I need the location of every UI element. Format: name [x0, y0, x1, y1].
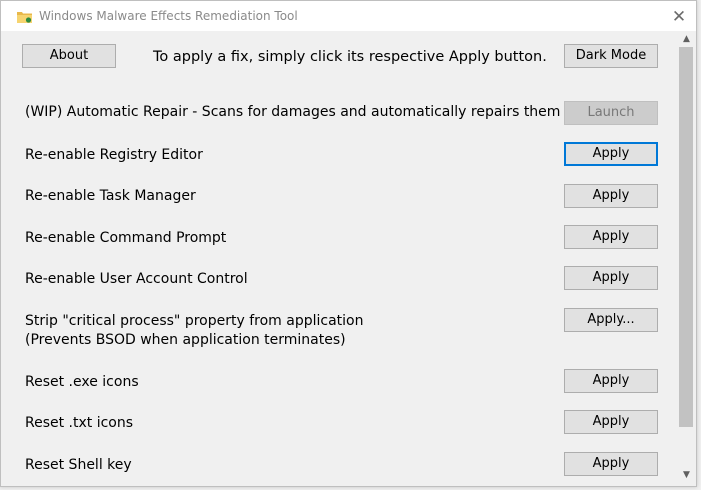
apply-user-account-control-button[interactable]: Apply — [564, 266, 658, 290]
app-window: Windows Malware Effects Remediation Tool… — [0, 0, 697, 487]
critical-process-label: Strip "critical process" property from a… — [25, 313, 364, 329]
main-panel: About To apply a fix, simply click its r… — [1, 31, 677, 486]
shell-key-label: Reset Shell key — [25, 457, 132, 473]
about-button[interactable]: About — [22, 44, 116, 68]
apply-shell-key-button[interactable]: Apply — [564, 452, 658, 476]
apply-critical-process-button[interactable]: Apply... — [564, 308, 658, 332]
command-prompt-label: Re-enable Command Prompt — [25, 230, 227, 246]
window-title: Windows Malware Effects Remediation Tool — [39, 9, 298, 23]
txt-icons-label: Reset .txt icons — [25, 415, 134, 431]
exe-icons-label: Reset .exe icons — [25, 374, 139, 390]
critical-process-sublabel: (Prevents BSOD when application terminat… — [25, 332, 346, 348]
vertical-scrollbar[interactable]: ▲ ▼ — [677, 31, 696, 486]
scroll-down-button[interactable]: ▼ — [677, 468, 696, 483]
apply-txt-icons-button[interactable]: Apply — [564, 410, 658, 434]
apply-task-manager-button[interactable]: Apply — [564, 184, 658, 208]
apply-command-prompt-button[interactable]: Apply — [564, 225, 658, 249]
user-account-control-label: Re-enable User Account Control — [25, 271, 248, 287]
task-manager-label: Re-enable Task Manager — [25, 188, 196, 204]
close-icon: ✕ — [671, 7, 687, 27]
chevron-up-icon: ▲ — [683, 34, 690, 44]
instruction-text: To apply a fix, simply click its respect… — [153, 49, 547, 65]
apply-exe-icons-button[interactable]: Apply — [564, 369, 658, 393]
registry-editor-label: Re-enable Registry Editor — [25, 147, 203, 163]
dark-mode-button[interactable]: Dark Mode — [564, 44, 658, 68]
folder-icon — [17, 12, 32, 23]
launch-button[interactable]: Launch — [564, 101, 658, 125]
chevron-down-icon: ▼ — [683, 470, 690, 480]
apply-registry-editor-button[interactable]: Apply — [564, 142, 658, 166]
close-button[interactable]: ✕ — [665, 3, 693, 31]
automatic-repair-label: (WIP) Automatic Repair - Scans for damag… — [25, 104, 561, 120]
scrollbar-thumb[interactable] — [679, 47, 693, 427]
scroll-up-button[interactable]: ▲ — [677, 32, 696, 47]
title-bar[interactable]: Windows Malware Effects Remediation Tool… — [1, 1, 696, 31]
